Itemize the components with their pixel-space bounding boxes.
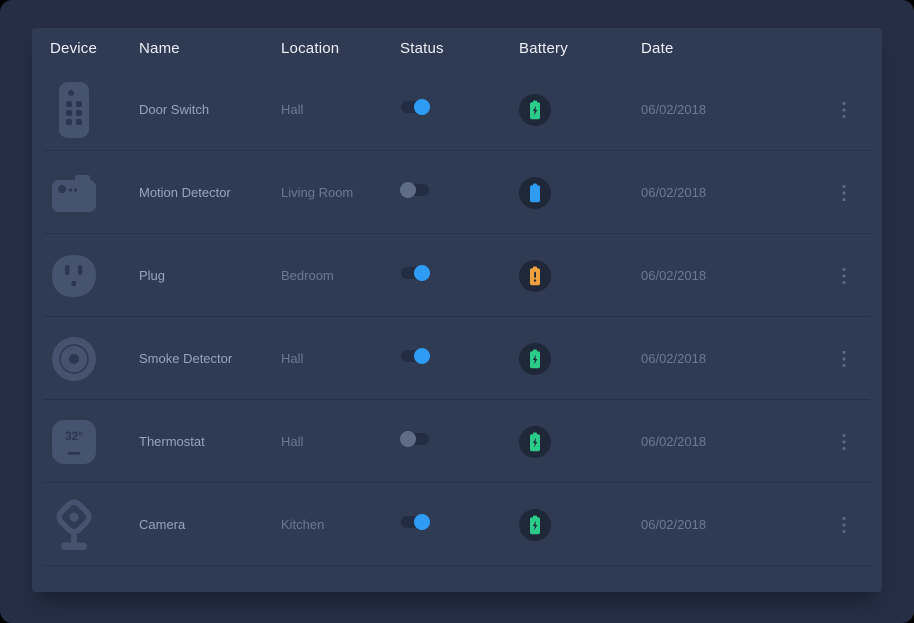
- door-switch-icon: [50, 81, 98, 139]
- svg-text:32°: 32°: [65, 431, 83, 443]
- row-menu-button[interactable]: [832, 98, 856, 122]
- device-location: Hall: [281, 351, 400, 366]
- battery-indicator: [519, 94, 551, 126]
- column-header-device: Device: [50, 40, 139, 57]
- camera-icon: [50, 497, 98, 553]
- status-toggle[interactable]: [400, 431, 430, 447]
- kebab-menu-icon: [842, 350, 846, 368]
- column-header-location: Location: [281, 40, 400, 57]
- device-location: Hall: [281, 434, 400, 449]
- row-menu-button[interactable]: [832, 264, 856, 288]
- row-menu-button[interactable]: [832, 181, 856, 205]
- battery-indicator: [519, 260, 551, 292]
- battery-charging-icon: [528, 349, 542, 369]
- table-header-row: Device Name Location Status Battery Date: [32, 28, 882, 68]
- table-row: Motion Detector Living Room 06/02/2018: [32, 151, 882, 234]
- device-name: Camera: [139, 517, 281, 532]
- row-menu-button[interactable]: [832, 347, 856, 371]
- column-header-name: Name: [139, 40, 281, 57]
- motion-detector-icon: [50, 172, 98, 214]
- thermostat-icon: 32°: [50, 419, 98, 465]
- device-date: 06/02/2018: [641, 351, 816, 366]
- table-row: Door Switch Hall 06/02/2018: [32, 68, 882, 151]
- row-menu-button[interactable]: [832, 430, 856, 454]
- device-date: 06/02/2018: [641, 185, 816, 200]
- device-name: Motion Detector: [139, 185, 281, 200]
- table-row: 32° Thermostat Hall 06/02/2018: [32, 400, 882, 483]
- battery-full-icon: [528, 183, 542, 203]
- status-toggle[interactable]: [400, 265, 430, 281]
- status-toggle[interactable]: [400, 182, 430, 198]
- battery-indicator: [519, 509, 551, 541]
- battery-indicator: [519, 177, 551, 209]
- device-date: 06/02/2018: [641, 268, 816, 283]
- battery-alert-icon: [528, 266, 542, 286]
- status-toggle[interactable]: [400, 514, 430, 530]
- status-toggle[interactable]: [400, 348, 430, 364]
- row-menu-button[interactable]: [832, 513, 856, 537]
- column-header-battery: Battery: [519, 40, 641, 57]
- battery-charging-icon: [528, 100, 542, 120]
- smoke-detector-icon: [50, 336, 98, 382]
- kebab-menu-icon: [842, 516, 846, 534]
- kebab-menu-icon: [842, 267, 846, 285]
- device-location: Hall: [281, 102, 400, 117]
- device-name: Door Switch: [139, 102, 281, 117]
- plug-icon: [50, 254, 98, 298]
- device-name: Smoke Detector: [139, 351, 281, 366]
- column-header-status: Status: [400, 40, 519, 57]
- column-header-date: Date: [641, 40, 816, 57]
- battery-charging-icon: [528, 515, 542, 535]
- device-location: Living Room: [281, 185, 400, 200]
- device-location: Kitchen: [281, 517, 400, 532]
- kebab-menu-icon: [842, 184, 846, 202]
- table-row: Plug Bedroom 06/02/2018: [32, 234, 882, 317]
- battery-indicator: [519, 343, 551, 375]
- status-toggle[interactable]: [400, 99, 430, 115]
- table-row: Camera Kitchen 06/02/2018: [32, 483, 882, 566]
- table-body: Door Switch Hall 06/02/2018: [32, 68, 882, 566]
- panel-bottom-padding: [32, 566, 882, 592]
- kebab-menu-icon: [842, 101, 846, 119]
- device-location: Bedroom: [281, 268, 400, 283]
- app-window: Device Name Location Status Battery Date…: [0, 0, 914, 623]
- battery-indicator: [519, 426, 551, 458]
- device-date: 06/02/2018: [641, 102, 816, 117]
- device-name: Plug: [139, 268, 281, 283]
- device-table-panel: Device Name Location Status Battery Date…: [32, 28, 882, 592]
- device-date: 06/02/2018: [641, 434, 816, 449]
- battery-charging-icon: [528, 432, 542, 452]
- row-divider: [43, 565, 870, 566]
- table-row: Smoke Detector Hall 06/02/2018: [32, 317, 882, 400]
- kebab-menu-icon: [842, 433, 846, 451]
- device-name: Thermostat: [139, 434, 281, 449]
- device-date: 06/02/2018: [641, 517, 816, 532]
